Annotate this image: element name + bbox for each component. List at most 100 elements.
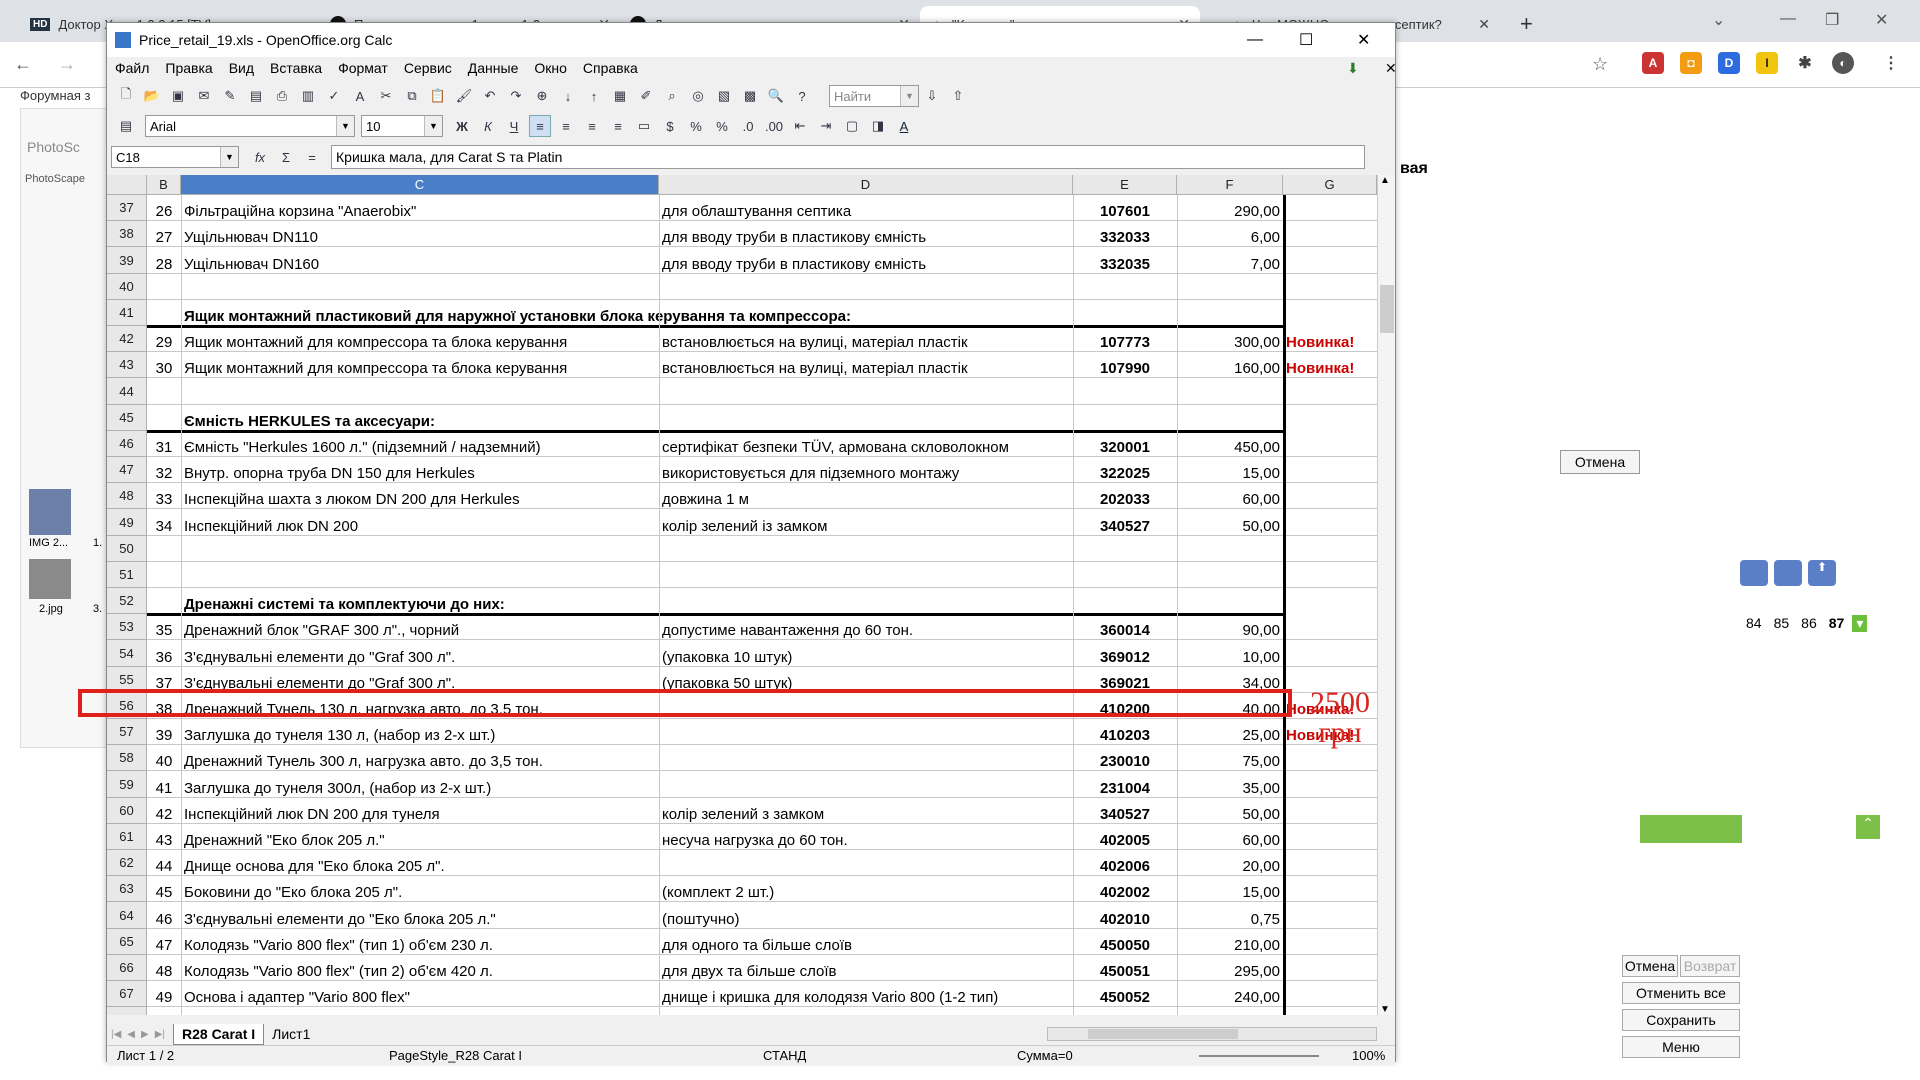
cell-article[interactable] [1074, 588, 1176, 614]
cell-number[interactable] [148, 378, 180, 405]
column-header[interactable]: F [1177, 175, 1283, 195]
menu-help[interactable]: Справка [583, 60, 638, 76]
cell-number[interactable]: 39 [148, 719, 180, 745]
cell-description[interactable] [660, 274, 1072, 300]
cell-number[interactable] [148, 300, 180, 326]
cell-description[interactable]: для облаштування септика [660, 195, 1072, 221]
row-header[interactable]: 38 [107, 221, 147, 247]
cell-name[interactable]: Інспекційний люк DN 200 [182, 509, 658, 536]
cell-description[interactable] [660, 300, 1072, 326]
percent-icon[interactable]: % [685, 115, 707, 137]
restore-icon[interactable]: ❐ [1825, 10, 1839, 30]
format-paintbrush-icon[interactable]: 🖌 [453, 85, 475, 107]
cell-price[interactable]: 290,00 [1178, 195, 1282, 221]
cell-article[interactable]: 332035 [1074, 247, 1176, 274]
cell-note[interactable] [1284, 457, 1376, 483]
cell-number[interactable]: 33 [148, 483, 180, 509]
chevron-up-icon[interactable]: ▲ [1380, 175, 1390, 186]
font-name-select[interactable]: Arial ▼ [145, 115, 355, 137]
name-box[interactable]: C18 ▼ [111, 146, 239, 168]
prev-sheet-icon[interactable]: ◀ [127, 1029, 135, 1040]
background-color-icon[interactable]: ◨ [867, 115, 889, 137]
cell-note[interactable] [1284, 431, 1376, 457]
autospell-icon[interactable]: A [349, 85, 371, 107]
cell-price[interactable]: 50,00 [1178, 509, 1282, 536]
cell-price[interactable]: 60,00 [1178, 824, 1282, 850]
cell-name[interactable] [182, 274, 658, 300]
scroll-thumb[interactable] [1380, 285, 1394, 333]
row-header[interactable]: 58 [107, 745, 147, 771]
cell-number[interactable]: 45 [148, 876, 180, 902]
cell-name[interactable]: Основа і адаптер "Vario 800 flex" [182, 981, 658, 1007]
cell-name[interactable]: Ущільнювач DN160 [182, 247, 658, 274]
underline-icon[interactable]: Ч [503, 115, 525, 137]
cell-description[interactable]: (комплект 2 шт.) [660, 876, 1072, 902]
close-document-icon[interactable]: ✕ [1385, 60, 1397, 77]
cell-description[interactable]: (упаковка 10 штук) [660, 640, 1072, 667]
minimize-icon[interactable]: — [1780, 10, 1796, 28]
cell-price[interactable]: 210,00 [1178, 929, 1282, 955]
avatar[interactable]: ◐ [1832, 52, 1854, 74]
cell-price[interactable] [1178, 588, 1282, 614]
cell-number[interactable]: 28 [148, 247, 180, 274]
cell-note[interactable] [1284, 300, 1376, 326]
page-style[interactable]: PageStyle_R28 Carat I [389, 1048, 522, 1063]
row-header[interactable]: 51 [107, 562, 147, 588]
row-header[interactable]: 60 [107, 798, 147, 824]
cell-name[interactable]: Колодязь "Vario 800 flex" (тип 1) об'єм … [182, 929, 658, 955]
cell-note[interactable] [1284, 247, 1376, 274]
cell-description[interactable]: встановлюється на вулиці, матеріал пласт… [660, 326, 1072, 352]
cell-number[interactable]: 41 [148, 771, 180, 798]
menu-window[interactable]: Окно [534, 60, 567, 76]
cell-note[interactable] [1284, 536, 1376, 562]
cell-description[interactable]: (поштучно) [660, 902, 1072, 929]
cell-price[interactable]: 0,75 [1178, 902, 1282, 929]
extension-icon[interactable]: I [1756, 52, 1778, 74]
cell-description[interactable]: для вводу труби в пластикову ємність [660, 247, 1072, 274]
align-center-icon[interactable]: ≡ [555, 115, 577, 137]
cell-number[interactable]: 34 [148, 509, 180, 536]
font-size-select[interactable]: 10 ▼ [361, 115, 443, 137]
cell-description[interactable] [660, 771, 1072, 798]
maximize-icon[interactable]: ☐ [1299, 30, 1313, 50]
cell-name[interactable]: Колодязь "Vario 800 flex" (тип 2) об'єм … [182, 955, 658, 981]
chevron-up-icon[interactable]: ⌃ [1856, 815, 1880, 839]
update-icon[interactable]: ⬇ [1347, 60, 1359, 77]
cell-note[interactable] [1284, 405, 1376, 431]
menu-format[interactable]: Формат [338, 60, 388, 76]
cell-description[interactable]: днище і кришка для колодязя Vario 800 (1… [660, 981, 1072, 1007]
tab-search-icon[interactable]: ⌄ [1712, 10, 1725, 30]
cell-name[interactable]: Боковини до "Еко блока 205 л". [182, 876, 658, 902]
chevron-down-icon[interactable]: ▼ [220, 147, 238, 167]
cell-price[interactable]: 7,00 [1178, 247, 1282, 274]
cell-note[interactable] [1284, 902, 1376, 929]
row-header[interactable]: 66 [107, 955, 147, 981]
print-icon[interactable]: ⎙ [271, 85, 293, 107]
cell-price[interactable]: 50,00 [1178, 798, 1282, 824]
sheet-tab[interactable]: Лист1 [264, 1024, 318, 1044]
cell-note[interactable] [1284, 824, 1376, 850]
export-pdf-icon[interactable]: ▤ [245, 85, 267, 107]
cell-name[interactable] [182, 536, 658, 562]
cell-number[interactable]: 35 [148, 614, 180, 640]
cell-name[interactable]: З'єднувальні елементи до "Еко блока 205 … [182, 902, 658, 929]
cell-number[interactable]: 32 [148, 457, 180, 483]
cell-description[interactable]: для двух та більше слоїв [660, 955, 1072, 981]
cell-price[interactable] [1178, 300, 1282, 326]
cell-description[interactable]: колір зелений з замком [660, 798, 1072, 824]
page-current[interactable]: 87 [1825, 615, 1849, 632]
upload-icon[interactable]: ⬆ [1808, 560, 1836, 586]
increase-indent-icon[interactable]: ⇥ [815, 115, 837, 137]
cell-description[interactable] [660, 745, 1072, 771]
cell-note[interactable] [1284, 274, 1376, 300]
cancel-button[interactable]: Отмена [1560, 450, 1640, 474]
number-format-icon[interactable]: % [711, 115, 733, 137]
cell-article[interactable]: 230010 [1074, 745, 1176, 771]
cell-number[interactable]: 26 [148, 195, 180, 221]
horizontal-scrollbar[interactable] [1047, 1027, 1377, 1041]
cell-article[interactable] [1074, 300, 1176, 326]
cell-price[interactable]: 15,00 [1178, 457, 1282, 483]
cell-description[interactable]: встановлюється на вулиці, матеріал пласт… [660, 352, 1072, 378]
chevron-down-icon[interactable]: ▼ [336, 116, 354, 136]
paste-icon[interactable]: 📋 [427, 85, 449, 107]
